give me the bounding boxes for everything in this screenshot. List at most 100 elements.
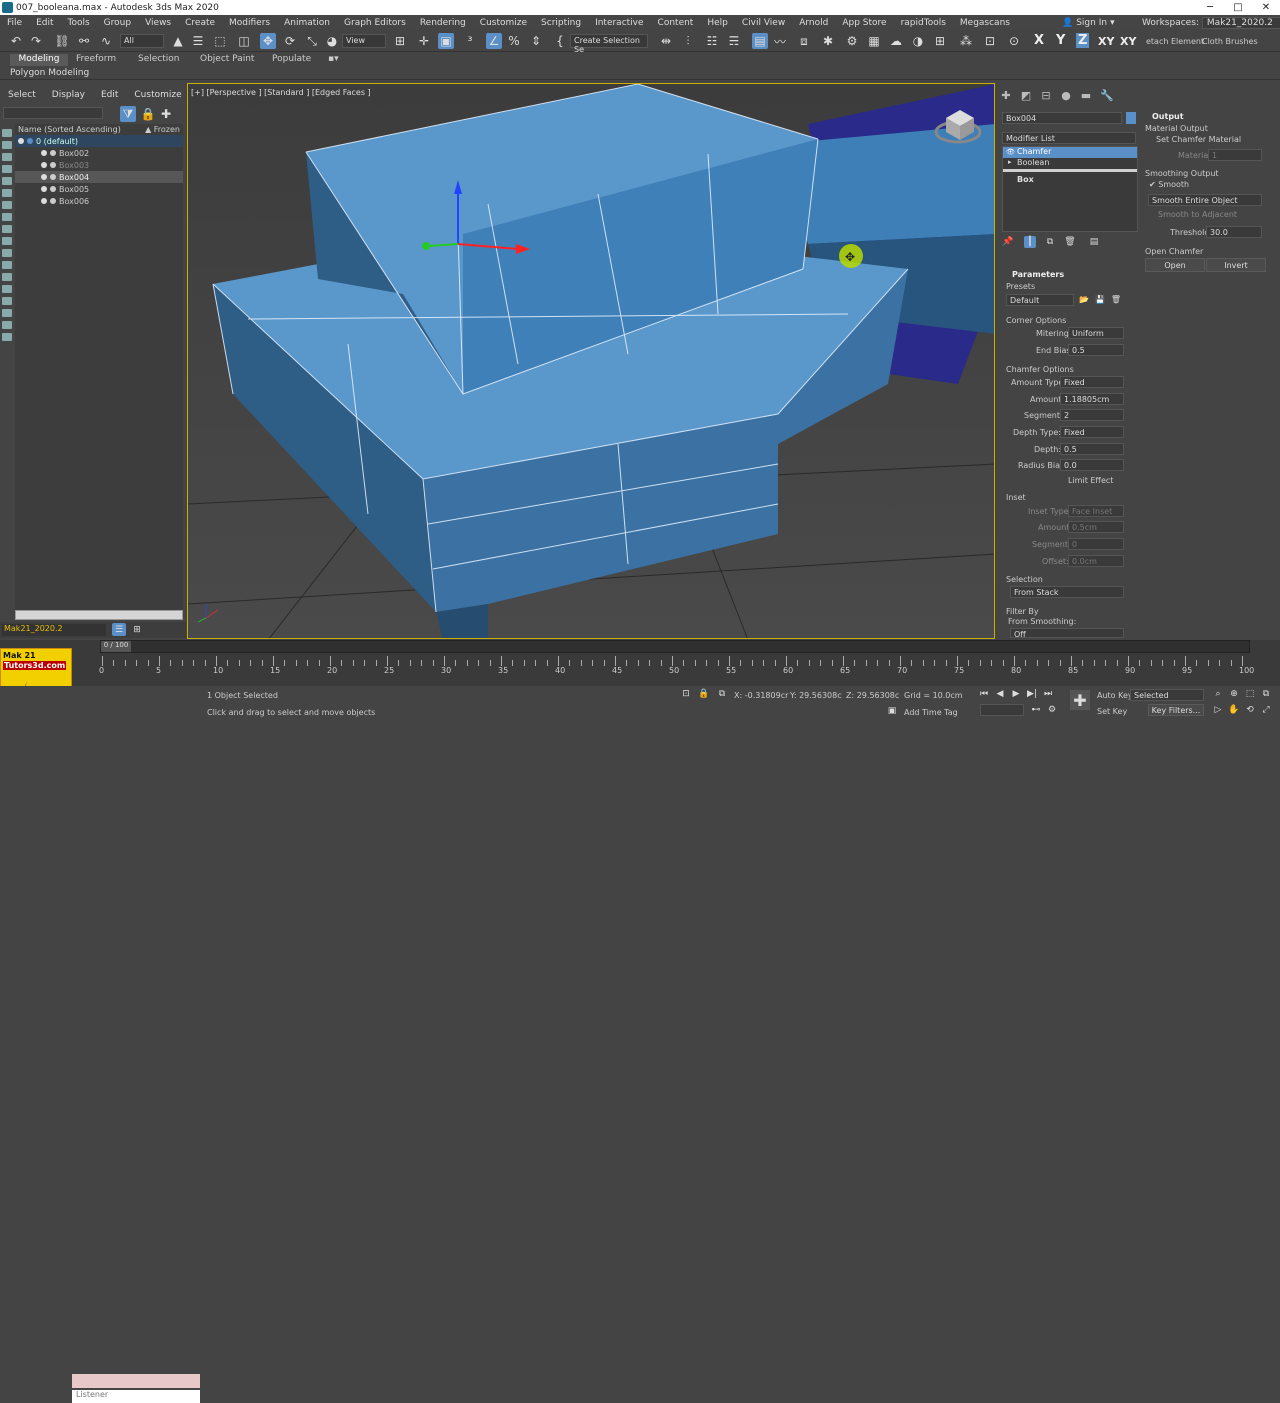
scale-icon[interactable]: ⤡	[304, 33, 320, 49]
selected-filter-icon[interactable]	[2, 309, 12, 317]
window-crossing-icon[interactable]: ◫	[236, 33, 252, 49]
funnel-icon[interactable]	[2, 321, 12, 329]
threshold-spinner[interactable]: 30.0	[1206, 226, 1262, 238]
menu-item-file[interactable]: File	[0, 18, 29, 28]
edit-named-selection-icon[interactable]: {	[552, 33, 568, 49]
inset-checkbox[interactable]: Inset	[1006, 493, 1026, 502]
tab-populate[interactable]: Populate	[266, 54, 317, 66]
list-item[interactable]: Box003	[15, 159, 183, 171]
motion-tab-icon[interactable]: ●	[1060, 89, 1072, 102]
bind-spacewarp-icon[interactable]: ∿	[98, 33, 114, 49]
menu-item-arnold[interactable]: Arnold	[792, 18, 835, 28]
mirror-icon[interactable]: ⇹	[658, 33, 674, 49]
name-column-header[interactable]: Name (Sorted Ascending)	[18, 125, 121, 134]
schematic-view-icon[interactable]: ⧈	[796, 33, 812, 49]
parameters-header[interactable]: Parameters	[1012, 270, 1064, 279]
select-by-name-icon[interactable]: ☰	[190, 33, 206, 49]
inset-amount-spinner[interactable]: 0.5cm	[1068, 521, 1124, 533]
cameras-filter-icon[interactable]	[2, 201, 12, 209]
maxscript-mini-listener[interactable]	[72, 1374, 200, 1388]
play-icon[interactable]: ▶	[1010, 688, 1022, 700]
close-button[interactable]: ✕	[1252, 0, 1280, 15]
render-production-icon[interactable]: ☁	[888, 33, 904, 49]
material-id-spinner[interactable]: 1	[1208, 149, 1262, 161]
hierarchy-icon[interactable]: ⊞	[130, 623, 144, 636]
smooth-mode-dropdown[interactable]: Smooth Entire Object	[1148, 194, 1262, 206]
limit-effect-checkbox[interactable]: Limit Effect	[1068, 476, 1113, 485]
helpers-filter-icon[interactable]	[2, 213, 12, 221]
preset-load-icon[interactable]: 📂	[1078, 293, 1090, 305]
segments-spinner[interactable]: 2	[1060, 409, 1124, 421]
make-unique-icon[interactable]: ⧉	[1044, 236, 1056, 248]
configure-sets-icon[interactable]: ▤	[1088, 236, 1100, 248]
menu-edit[interactable]: Edit	[93, 90, 126, 102]
stack-item-chamfer[interactable]: 👁 Chamfer	[1003, 147, 1137, 158]
selection-lock-icon[interactable]: 🔒	[698, 688, 710, 700]
axis-xy-button[interactable]: XY	[1098, 35, 1114, 48]
material-editor-icon[interactable]: ✱	[820, 33, 836, 49]
visibility-icon[interactable]	[41, 186, 47, 192]
modifier-list-dropdown[interactable]: Modifier List	[1002, 132, 1136, 144]
orbit-icon[interactable]: ⟲	[1244, 704, 1256, 716]
coord-x[interactable]: X: -0.31809cr	[734, 691, 788, 700]
time-slider[interactable]: 0 / 100	[100, 640, 1250, 653]
smoothing-dropdown[interactable]: Off	[1010, 628, 1124, 639]
list-item[interactable]: 0 (default)	[15, 135, 183, 147]
tab-modeling[interactable]: Modeling	[10, 54, 68, 66]
selection-dropdown[interactable]: From Stack	[1010, 586, 1124, 598]
zoom-extents-icon[interactable]: ⬚	[1244, 688, 1256, 700]
display-invert-icon[interactable]	[2, 153, 12, 161]
bones-filter-icon[interactable]	[2, 261, 12, 269]
tab-selection[interactable]: Selection	[132, 54, 185, 66]
radius-bias-spinner[interactable]: 0.0	[1060, 459, 1124, 471]
menu-item-interactive[interactable]: Interactive	[588, 18, 650, 28]
smooth-checkbox[interactable]: ✔ Smooth	[1149, 180, 1189, 189]
isolate-icon[interactable]: ⊡	[680, 688, 692, 700]
inset-segments-spinner[interactable]: 0	[1068, 538, 1124, 550]
preset-delete-icon[interactable]: 🗑	[1110, 293, 1122, 305]
goto-end-icon[interactable]: ⏭	[1042, 688, 1054, 700]
menu-item-edit[interactable]: Edit	[29, 18, 60, 28]
angle-snap-icon[interactable]: ∠	[486, 33, 502, 49]
rotate-icon[interactable]: ⟳	[282, 33, 298, 49]
named-selection-set[interactable]: Create Selection Se	[570, 34, 648, 54]
time-config-icon[interactable]: ⚙	[1046, 704, 1058, 716]
link-icon[interactable]: ⛓	[54, 33, 70, 49]
object-name-input[interactable]: Box004	[1002, 112, 1122, 124]
groups-filter-icon[interactable]	[2, 237, 12, 245]
select-manipulate-icon[interactable]: ✛	[416, 33, 432, 49]
edge-tool-icon[interactable]: ⊡	[982, 33, 998, 49]
viewport-label[interactable]: [+] [Perspective ] [Standard ] [Edged Fa…	[191, 88, 371, 97]
display-tab-icon[interactable]: ▬	[1080, 89, 1092, 102]
undo-icon[interactable]: ↶	[8, 33, 24, 49]
filter-icon[interactable]: ⧩	[120, 106, 136, 122]
horizontal-scrollbar[interactable]	[15, 610, 183, 620]
amount-spinner[interactable]: 1.18805cm	[1060, 393, 1124, 405]
render-iterative-icon[interactable]: ◑	[910, 33, 926, 49]
shapes-filter-icon[interactable]	[2, 177, 12, 185]
depth-type-dropdown[interactable]: Fixed	[1060, 426, 1124, 438]
axis-y-button[interactable]: Y	[1056, 33, 1065, 48]
geometry-filter-icon[interactable]	[2, 165, 12, 173]
goto-start-icon[interactable]: ⏮	[978, 688, 990, 700]
menu-item-graph-editors[interactable]: Graph Editors	[337, 18, 413, 28]
render-frame-icon[interactable]: ⊞	[932, 33, 948, 49]
pan-icon[interactable]: ✋	[1228, 704, 1240, 716]
lock-icon[interactable]: 🔒	[140, 106, 156, 122]
containers-filter-icon[interactable]	[2, 273, 12, 281]
lights-filter-icon[interactable]	[2, 189, 12, 197]
list-item[interactable]: Box006	[15, 195, 183, 207]
visibility-eye-icon[interactable]: 👁	[1006, 148, 1015, 156]
tab-freeform[interactable]: Freeform	[70, 54, 122, 66]
menu-item-create[interactable]: Create	[178, 18, 222, 28]
menu-item-modifiers[interactable]: Modifiers	[222, 18, 277, 28]
move-icon[interactable]: ✥	[260, 33, 276, 49]
menu-item-group[interactable]: Group	[97, 18, 138, 28]
menu-customize[interactable]: Customize	[126, 90, 189, 102]
vertex-tool-icon[interactable]: ⊙	[1006, 33, 1022, 49]
menu-item-scripting[interactable]: Scripting	[534, 18, 588, 28]
menu-item-views[interactable]: Views	[138, 18, 178, 28]
axis-xy-cycle-button[interactable]: XY	[1120, 35, 1136, 48]
percent-snap-icon[interactable]: %	[506, 33, 522, 49]
smooth-adjacent-checkbox[interactable]: Smooth to Adjacent	[1158, 210, 1237, 219]
